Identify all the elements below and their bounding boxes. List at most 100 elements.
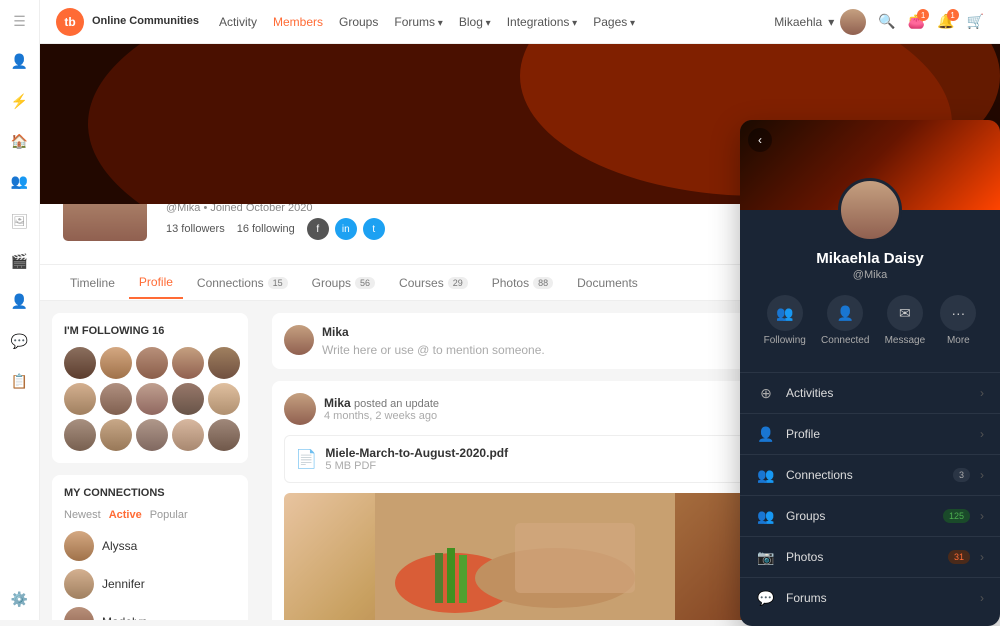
activities-menu-icon: ⊕ (756, 383, 776, 403)
following-avatar-11[interactable] (64, 419, 96, 451)
logo-text: Online Communities (92, 15, 199, 28)
tab-connections[interactable]: Connections 15 (187, 268, 298, 298)
following-section: I'M FOLLOWING 16 (52, 313, 248, 463)
floating-groups-item[interactable]: 👥 Groups 125 › (740, 495, 1000, 536)
wallet-nav-icon[interactable]: 👛1 (908, 13, 925, 30)
floating-activities-item[interactable]: ⊕ Activities › (740, 372, 1000, 413)
tab-courses[interactable]: Courses 29 (389, 268, 478, 298)
instagram-btn[interactable]: in (335, 218, 357, 240)
connections-menu-label: Connections (786, 468, 943, 482)
cart-nav-icon[interactable]: 🛒 (967, 13, 984, 30)
floating-photos-item[interactable]: 📷 Photos 31 › (740, 536, 1000, 577)
attachment-icon: 📄 (295, 449, 317, 470)
following-label: Following (764, 335, 806, 346)
forums-menu-icon: 💬 (756, 588, 776, 608)
following-icon: 👥 (767, 295, 803, 331)
profile-icon[interactable]: 👤 (9, 290, 31, 312)
group-icon[interactable]: 👥 (9, 170, 31, 192)
following-avatar-5[interactable] (208, 347, 240, 379)
attachment-card[interactable]: 📄 Miele-March-to-August-2020.pdf 5 MB PD… (284, 435, 766, 483)
conn-avatar-2 (64, 569, 94, 599)
twitter-btn[interactable]: t (363, 218, 385, 240)
following-avatar-9[interactable] (172, 383, 204, 415)
following-avatar-15[interactable] (208, 419, 240, 451)
floating-following-btn[interactable]: 👥 Following (764, 295, 806, 346)
nav-forums[interactable]: Forums (394, 15, 442, 29)
following-avatar-1[interactable] (64, 347, 96, 379)
connection-madelyn[interactable]: Madelyn (64, 607, 236, 620)
conn-name-1: Alyssa (102, 539, 137, 553)
floating-action-buttons: 👥 Following 👤 Connected ✉ Message ··· Mo… (756, 295, 984, 346)
top-nav: tb Online Communities Activity Members G… (40, 0, 1000, 44)
following-avatar-13[interactable] (136, 419, 168, 451)
activities-arrow-icon: › (980, 386, 984, 400)
followers-count: 13 followers (166, 223, 225, 235)
nav-user[interactable]: Mikaehla ▾ (774, 9, 866, 35)
facebook-btn[interactable]: f (307, 218, 329, 240)
floating-connections-item[interactable]: 👥 Connections 3 › (740, 454, 1000, 495)
nav-links: Activity Members Groups Forums Blog Inte… (219, 15, 754, 29)
connections-tabs: Newest Active Popular (64, 509, 236, 521)
conn-tab-active[interactable]: Active (109, 509, 142, 521)
conn-name-3: Madelyn (102, 615, 147, 620)
settings-icon[interactable]: ⚙️ (9, 588, 31, 610)
forums-arrow-icon: › (980, 591, 984, 605)
following-avatar-14[interactable] (172, 419, 204, 451)
nav-blog[interactable]: Blog (459, 15, 491, 29)
conn-tab-popular[interactable]: Popular (150, 509, 188, 521)
connection-alyssa[interactable]: Alyssa (64, 531, 236, 561)
user-icon[interactable]: 👤 (9, 50, 31, 72)
search-nav-icon[interactable]: 🔍 (878, 13, 895, 30)
list-icon[interactable]: 📋 (9, 370, 31, 392)
following-avatar-3[interactable] (136, 347, 168, 379)
attachment-size: 5 MB PDF (325, 460, 508, 472)
connections-menu-icon: 👥 (756, 465, 776, 485)
menu-icon[interactable]: ☰ (9, 10, 31, 32)
compose-placeholder[interactable]: Write here or use @ to mention someone. (322, 343, 766, 357)
following-avatar-6[interactable] (64, 383, 96, 415)
chat-icon[interactable]: 💬 (9, 330, 31, 352)
connection-jennifer[interactable]: Jennifer (64, 569, 236, 599)
floating-forums-item[interactable]: 💬 Forums › (740, 577, 1000, 618)
following-grid (64, 347, 236, 451)
nav-members[interactable]: Members (273, 15, 323, 29)
following-avatar-10[interactable] (208, 383, 240, 415)
floating-more-btn[interactable]: ··· More (940, 295, 976, 346)
tab-groups[interactable]: Groups 56 (302, 268, 385, 298)
following-avatar-4[interactable] (172, 347, 204, 379)
floating-connected-btn[interactable]: 👤 Connected (821, 295, 869, 346)
conn-tab-newest[interactable]: Newest (64, 509, 101, 521)
floating-profile-item[interactable]: 👤 Profile › (740, 413, 1000, 454)
tab-photos[interactable]: Photos 88 (482, 268, 563, 298)
bell-nav-icon[interactable]: 🔔1 (937, 13, 954, 30)
following-count: 16 following (237, 223, 295, 235)
groups-arrow-icon: › (980, 509, 984, 523)
following-avatar-12[interactable] (100, 419, 132, 451)
home-icon[interactable]: 🏠 (9, 130, 31, 152)
lightning-icon[interactable]: ⚡ (9, 90, 31, 112)
more-icon: ··· (940, 295, 976, 331)
following-avatar-7[interactable] (100, 383, 132, 415)
post-header: Mika posted an update 4 months, 2 weeks … (284, 393, 766, 425)
following-avatar-8[interactable] (136, 383, 168, 415)
tab-documents[interactable]: Documents (567, 268, 648, 298)
following-avatar-2[interactable] (100, 347, 132, 379)
compose-author: Mika (322, 325, 766, 339)
tab-profile[interactable]: Profile (129, 267, 183, 299)
nav-pages[interactable]: Pages (593, 15, 635, 29)
nav-groups[interactable]: Groups (339, 15, 378, 29)
floating-message-btn[interactable]: ✉ Message (885, 295, 926, 346)
nav-integrations[interactable]: Integrations (507, 15, 578, 29)
floating-name: Mikaehla Daisy (756, 250, 984, 267)
groups-menu-label: Groups (786, 509, 933, 523)
nav-activity[interactable]: Activity (219, 15, 257, 29)
floating-back-button[interactable]: ‹ (748, 128, 772, 152)
photos-arrow-icon: › (980, 550, 984, 564)
photos-menu-count: 31 (948, 550, 970, 564)
tab-timeline[interactable]: Timeline (60, 268, 125, 298)
floating-profile-info: Mikaehla Daisy @Mika 👥 Following 👤 Conne… (740, 210, 1000, 372)
photo-icon[interactable]: 🖼 (9, 210, 31, 232)
post-avatar (284, 393, 316, 425)
video-icon[interactable]: 🎬 (9, 250, 31, 272)
logo-area: tb Online Communities (56, 8, 199, 36)
